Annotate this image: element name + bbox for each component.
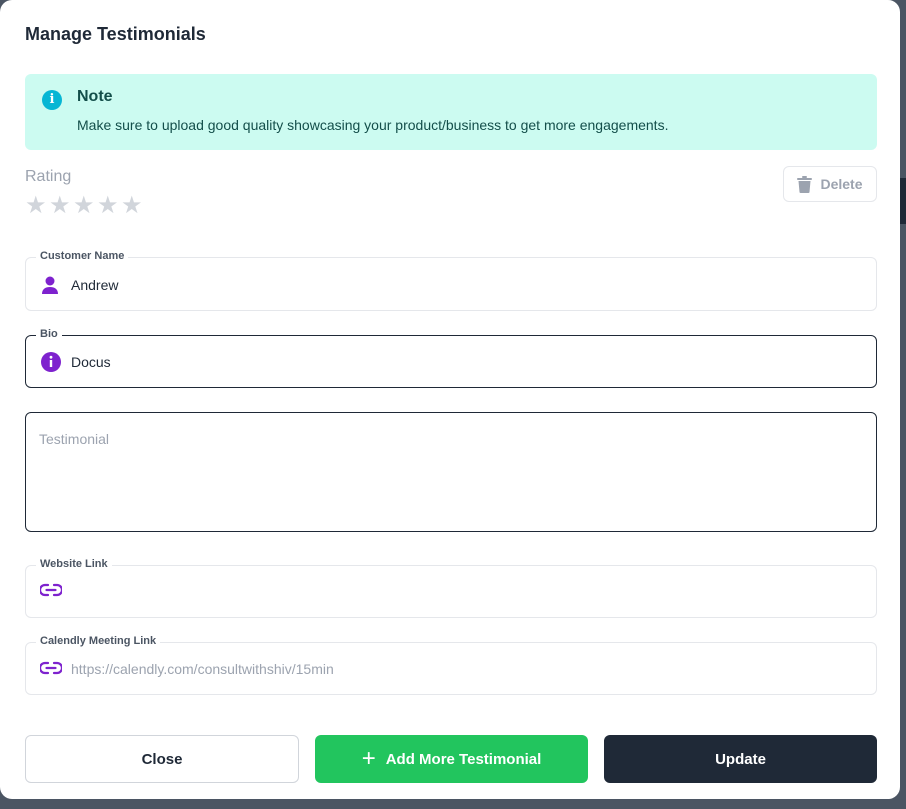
star-icon[interactable]: ★ (49, 194, 71, 218)
testimonial-field (25, 412, 877, 532)
testimonial-textarea[interactable] (39, 431, 864, 521)
rating-label: Rating (25, 168, 72, 185)
bio-input[interactable] (71, 353, 864, 371)
website-link-label: Website Link (36, 558, 112, 570)
note-banner: i Note Make sure to upload good quality … (25, 74, 877, 150)
calendly-link-label: Calendly Meeting Link (36, 635, 161, 647)
bio-field: Bio (25, 328, 877, 388)
website-link-field: Website Link (25, 558, 877, 618)
note-title: Note (77, 88, 113, 105)
update-button[interactable]: Update (604, 735, 877, 783)
testimonials-modal: Manage Testimonials i Note Make sure to … (0, 0, 900, 799)
trash-icon (797, 175, 813, 193)
add-more-testimonial-button[interactable]: + Add More Testimonial (315, 735, 588, 783)
star-icon[interactable]: ★ (25, 194, 47, 218)
customer-name-field: Customer Name (25, 250, 877, 311)
customer-name-label: Customer Name (36, 250, 129, 262)
close-button[interactable]: Close (25, 735, 299, 783)
star-icon[interactable]: ★ (73, 194, 95, 218)
backdrop-edge (900, 178, 906, 224)
info-icon: i (42, 90, 62, 110)
plus-icon: + (361, 745, 376, 772)
add-more-testimonial-label: Add More Testimonial (385, 750, 542, 768)
bio-label: Bio (36, 328, 62, 340)
calendly-link-field: Calendly Meeting Link (25, 635, 877, 695)
star-icon[interactable]: ★ (97, 194, 119, 218)
user-icon (40, 276, 60, 294)
delete-label: Delete (820, 176, 863, 192)
link-icon (40, 583, 62, 597)
delete-button[interactable]: Delete (783, 166, 877, 202)
customer-name-input[interactable] (71, 276, 864, 294)
info-circle-icon (40, 351, 62, 373)
star-icon[interactable]: ★ (121, 194, 143, 218)
website-link-input[interactable] (71, 583, 864, 601)
note-text: Make sure to upload good quality showcas… (77, 117, 669, 133)
rating-stars[interactable]: ★ ★ ★ ★ ★ (25, 194, 143, 218)
calendly-link-input[interactable] (71, 660, 864, 678)
link-icon (40, 661, 62, 675)
modal-title: Manage Testimonials (25, 24, 206, 44)
